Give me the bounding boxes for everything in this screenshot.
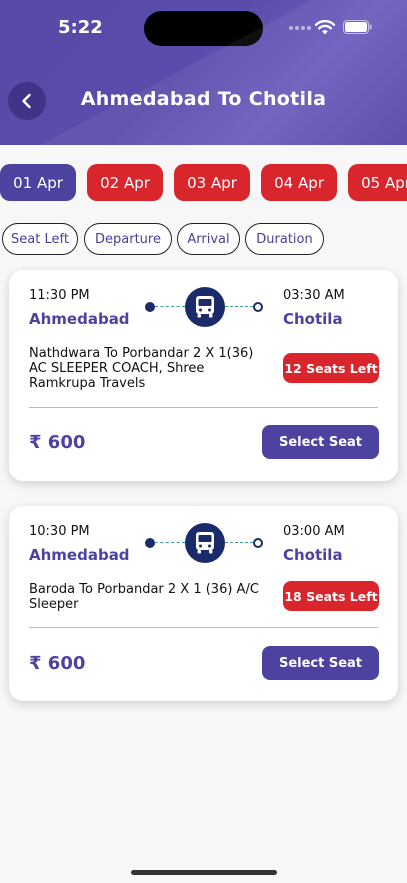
origin-dot xyxy=(145,538,155,548)
divider xyxy=(29,627,378,628)
bus-icon xyxy=(185,523,225,563)
date-chip-02-apr[interactable]: 02 Apr xyxy=(87,164,163,201)
seats-left-badge: 18 Seats Left xyxy=(283,581,379,611)
select-seat-button[interactable]: Select Seat xyxy=(262,425,379,459)
bus-card[interactable]: 11:30 PM Ahmedabad 03:30 AM Chotila Nath… xyxy=(9,270,398,481)
price: ₹ 600 xyxy=(29,432,86,453)
seats-left-badge: 12 Seats Left xyxy=(283,353,379,383)
date-chip-04-apr[interactable]: 04 Apr xyxy=(261,164,337,201)
route-line xyxy=(225,306,253,307)
filter-departure[interactable]: Departure xyxy=(84,223,172,255)
arrival-city: Chotila xyxy=(283,546,343,564)
arrival-city: Chotila xyxy=(283,310,343,328)
departure-time: 10:30 PM xyxy=(29,524,90,539)
route-line xyxy=(225,542,253,543)
wifi-icon xyxy=(314,19,336,35)
origin-dot xyxy=(145,302,155,312)
bus-icon xyxy=(185,287,225,327)
status-bar: 5:22 xyxy=(0,0,407,56)
date-chip-05-apr[interactable]: 05 Apr xyxy=(348,164,407,201)
divider xyxy=(29,407,378,408)
route-indicator xyxy=(145,523,265,563)
app-header: 5:22 Ahmedabad To Chotila xyxy=(0,0,407,145)
bus-card[interactable]: 10:30 PM Ahmedabad 03:00 AM Chotila Baro… xyxy=(9,506,398,701)
departure-time: 11:30 PM xyxy=(29,288,90,303)
arrival-time: 03:30 AM xyxy=(283,288,345,303)
departure-city: Ahmedabad xyxy=(29,310,130,328)
bus-name: Nathdwara To Porbandar 2 X 1(36) AC SLEE… xyxy=(29,346,254,391)
date-selector: 01 Apr 02 Apr 03 Apr 04 Apr 05 Apr xyxy=(0,164,407,201)
battery-icon xyxy=(343,20,372,34)
route-indicator xyxy=(145,287,265,327)
page-title: Ahmedabad To Chotila xyxy=(80,88,327,110)
departure-city: Ahmedabad xyxy=(29,546,130,564)
destination-dot xyxy=(253,538,263,548)
price: ₹ 600 xyxy=(29,653,86,674)
date-chip-03-apr[interactable]: 03 Apr xyxy=(174,164,250,201)
dynamic-island xyxy=(144,11,263,46)
signal-dots-icon xyxy=(289,26,311,30)
destination-dot xyxy=(253,302,263,312)
filter-arrival[interactable]: Arrival xyxy=(177,223,240,255)
arrival-time: 03:00 AM xyxy=(283,524,345,539)
route-line xyxy=(155,306,185,307)
filter-duration[interactable]: Duration xyxy=(245,223,324,255)
date-chip-01-apr[interactable]: 01 Apr xyxy=(0,164,76,201)
status-time: 5:22 xyxy=(58,17,103,38)
select-seat-button[interactable]: Select Seat xyxy=(262,646,379,680)
route-line xyxy=(155,542,185,543)
home-indicator xyxy=(131,870,277,875)
filter-seat-left[interactable]: Seat Left xyxy=(2,223,78,255)
filter-bar: Seat Left Departure Arrival Duration xyxy=(0,223,407,255)
bus-name: Baroda To Porbandar 2 X 1 (36) A/C Sleep… xyxy=(29,582,259,612)
